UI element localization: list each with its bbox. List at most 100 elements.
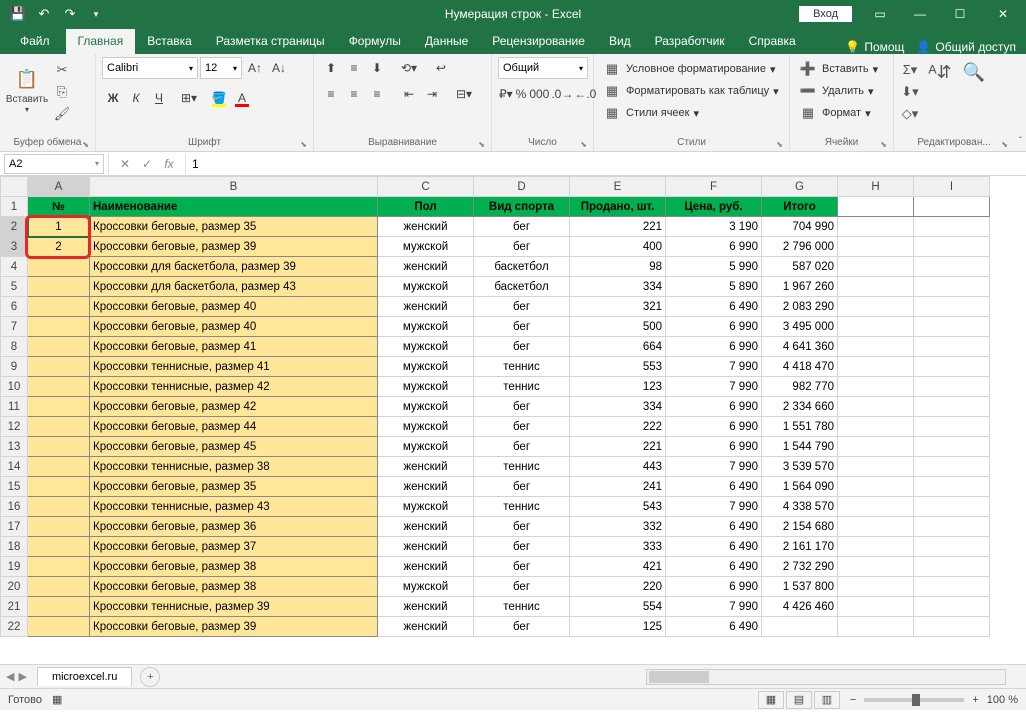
cell[interactable]: [28, 537, 90, 557]
font-color-icon[interactable]: A: [231, 87, 253, 109]
cell[interactable]: 241: [570, 477, 666, 497]
cell[interactable]: 587 020: [762, 257, 838, 277]
cell[interactable]: 2 083 290: [762, 297, 838, 317]
cell[interactable]: 400: [570, 237, 666, 257]
row-header-9[interactable]: 9: [1, 357, 28, 377]
cell[interactable]: 7 990: [666, 457, 762, 477]
cell[interactable]: 1 537 800: [762, 577, 838, 597]
cell[interactable]: [914, 237, 990, 257]
table-header-cell[interactable]: Вид спорта: [474, 197, 570, 217]
minimize-button[interactable]: —: [900, 0, 940, 28]
tell-me[interactable]: 💡 Помощ: [845, 40, 904, 54]
select-all-corner[interactable]: [1, 177, 28, 197]
save-icon[interactable]: 💾: [6, 2, 30, 26]
cell[interactable]: теннис: [474, 457, 570, 477]
macro-record-icon[interactable]: ▦: [52, 693, 62, 706]
cell[interactable]: 221: [570, 437, 666, 457]
normal-view-icon[interactable]: ▦: [758, 691, 784, 709]
paste-button[interactable]: 📋 Вставить ▾: [6, 57, 48, 125]
cell[interactable]: [28, 337, 90, 357]
cell[interactable]: [914, 497, 990, 517]
format-painter-icon[interactable]: 🖌: [52, 105, 72, 123]
cell[interactable]: 222: [570, 417, 666, 437]
row-header-5[interactable]: 5: [1, 277, 28, 297]
col-header-E[interactable]: E: [570, 177, 666, 197]
cell[interactable]: 4 426 460: [762, 597, 838, 617]
cell[interactable]: бег: [474, 217, 570, 237]
cell[interactable]: Кроссовки беговые, размер 45: [90, 437, 378, 457]
cell[interactable]: [838, 377, 914, 397]
align-top-icon[interactable]: ⬆: [320, 57, 342, 79]
cell[interactable]: 221: [570, 217, 666, 237]
row-header-12[interactable]: 12: [1, 417, 28, 437]
row-header-8[interactable]: 8: [1, 337, 28, 357]
row-header-7[interactable]: 7: [1, 317, 28, 337]
maximize-button[interactable]: ☐: [940, 0, 980, 28]
cell[interactable]: 6 490: [666, 477, 762, 497]
cell[interactable]: Кроссовки беговые, размер 37: [90, 537, 378, 557]
cell[interactable]: Кроссовки беговые, размер 38: [90, 577, 378, 597]
percent-icon[interactable]: %: [515, 83, 528, 105]
cell[interactable]: женский: [378, 617, 474, 637]
align-center-icon[interactable]: ≡: [343, 83, 365, 105]
cell[interactable]: [914, 297, 990, 317]
row-header-17[interactable]: 17: [1, 517, 28, 537]
cell[interactable]: баскетбол: [474, 277, 570, 297]
cell[interactable]: 664: [570, 337, 666, 357]
cell[interactable]: Кроссовки беговые, размер 35: [90, 217, 378, 237]
cell[interactable]: мужской: [378, 417, 474, 437]
cell[interactable]: [914, 417, 990, 437]
increase-font-icon[interactable]: A↑: [244, 57, 266, 79]
cell[interactable]: 5 990: [666, 257, 762, 277]
cell[interactable]: 3 539 570: [762, 457, 838, 477]
zoom-out-button[interactable]: −: [850, 694, 856, 706]
cell[interactable]: бег: [474, 337, 570, 357]
cell[interactable]: [838, 537, 914, 557]
cell[interactable]: теннис: [474, 497, 570, 517]
cell[interactable]: [28, 317, 90, 337]
cell[interactable]: [838, 517, 914, 537]
cell[interactable]: 6 990: [666, 397, 762, 417]
cell[interactable]: 443: [570, 457, 666, 477]
cell[interactable]: [914, 357, 990, 377]
cell[interactable]: баскетбол: [474, 257, 570, 277]
cell[interactable]: 1 551 780: [762, 417, 838, 437]
align-right-icon[interactable]: ≡: [366, 83, 388, 105]
collapse-ribbon-icon[interactable]: ˇ: [1019, 136, 1022, 147]
cell[interactable]: 500: [570, 317, 666, 337]
sheet-nav-next-icon[interactable]: ▶: [18, 670, 26, 683]
cell[interactable]: бег: [474, 517, 570, 537]
wrap-text-icon[interactable]: ↩: [430, 57, 452, 79]
cell[interactable]: Кроссовки беговые, размер 41: [90, 337, 378, 357]
cell[interactable]: 543: [570, 497, 666, 517]
cell[interactable]: женский: [378, 457, 474, 477]
zoom-slider[interactable]: [864, 698, 964, 702]
col-header-D[interactable]: D: [474, 177, 570, 197]
bold-button[interactable]: Ж: [102, 87, 124, 109]
cell[interactable]: 6 490: [666, 617, 762, 637]
cell[interactable]: 553: [570, 357, 666, 377]
cell[interactable]: Кроссовки беговые, размер 39: [90, 617, 378, 637]
table-header-cell[interactable]: Итого: [762, 197, 838, 217]
row-header-2[interactable]: 2: [1, 217, 28, 237]
cell[interactable]: [838, 437, 914, 457]
close-button[interactable]: ✕: [980, 0, 1026, 28]
cell[interactable]: [28, 517, 90, 537]
cell[interactable]: 704 990: [762, 217, 838, 237]
cell[interactable]: [914, 437, 990, 457]
cell[interactable]: теннис: [474, 597, 570, 617]
cell[interactable]: [28, 297, 90, 317]
table-header-cell[interactable]: Продано, шт.: [570, 197, 666, 217]
cell[interactable]: Кроссовки беговые, размер 36: [90, 517, 378, 537]
cell[interactable]: [28, 577, 90, 597]
cell[interactable]: [914, 397, 990, 417]
cell[interactable]: 125: [570, 617, 666, 637]
row-header-16[interactable]: 16: [1, 497, 28, 517]
row-header-4[interactable]: 4: [1, 257, 28, 277]
cell[interactable]: 6 990: [666, 417, 762, 437]
cell[interactable]: 2 334 660: [762, 397, 838, 417]
tab-formulas[interactable]: Формулы: [337, 29, 413, 54]
zoom-level[interactable]: 100 %: [987, 694, 1018, 706]
fill-icon[interactable]: ⬇▾: [900, 83, 920, 101]
cancel-formula-icon[interactable]: ✕: [115, 154, 135, 174]
